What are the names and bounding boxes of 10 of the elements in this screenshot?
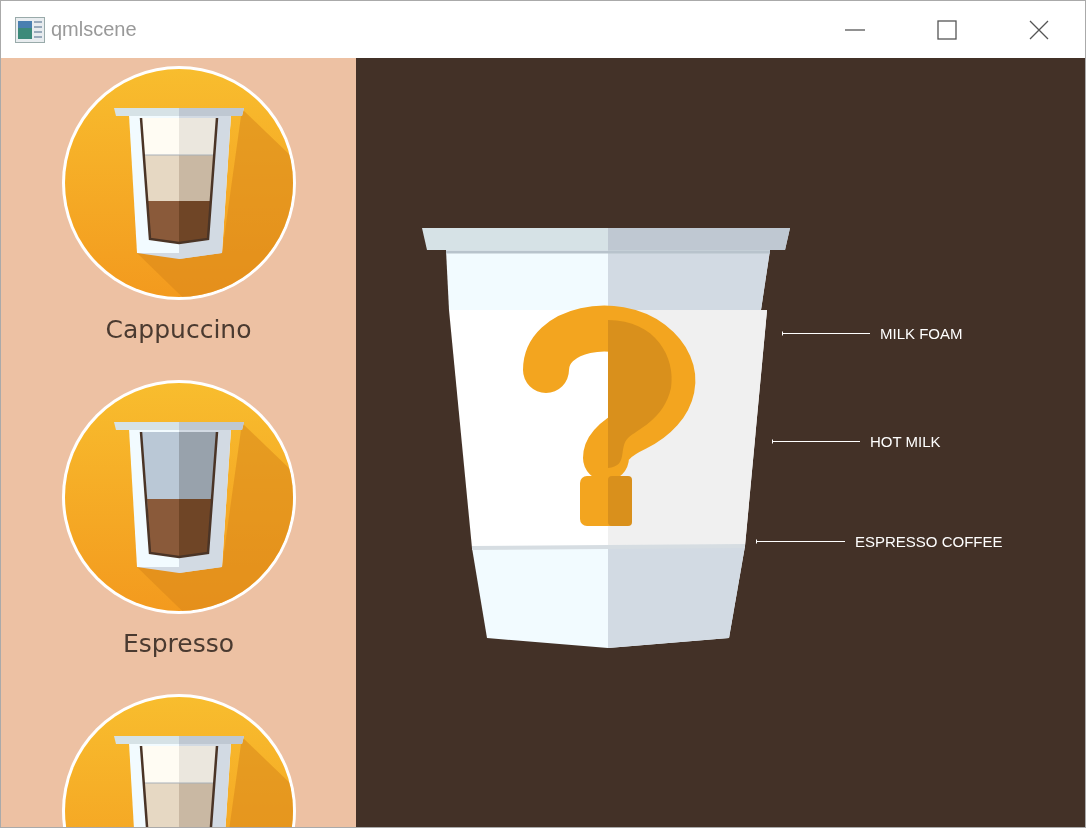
annotation-label: MILK FOAM xyxy=(880,324,963,342)
close-icon xyxy=(1029,19,1049,40)
drink-button[interactable]: Cappuccino xyxy=(58,63,299,377)
maximize-icon xyxy=(937,19,957,40)
drink-button[interactable]: Espresso xyxy=(58,377,299,691)
minimize-icon xyxy=(845,28,865,31)
annotation-label: HOT MILK xyxy=(870,432,941,450)
annotation-label: ESPRESSO COFFEE xyxy=(855,532,1003,550)
window-title: qmlscene xyxy=(51,18,137,41)
app-icon xyxy=(15,16,45,43)
